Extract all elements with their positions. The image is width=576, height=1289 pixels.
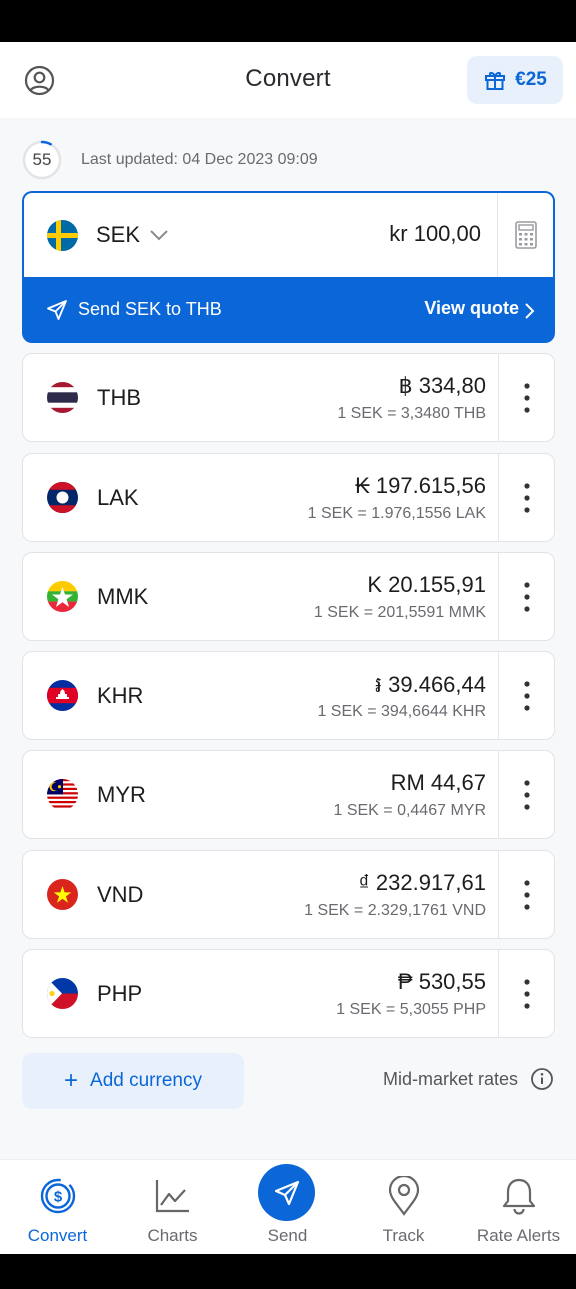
send-fab[interactable] xyxy=(258,1164,315,1221)
currency-rate: 1 SEK = 5,3055 PHP xyxy=(336,1001,486,1018)
more-vertical-icon xyxy=(523,978,530,1009)
currency-amount: ៛ 39.466,44 xyxy=(375,672,486,697)
more-vertical-icon xyxy=(523,779,530,810)
timer-seconds: 55 xyxy=(32,150,52,169)
malaysia-flag-icon xyxy=(47,779,78,810)
currency-code: KHR xyxy=(97,683,144,708)
gift-icon xyxy=(485,72,506,90)
last-updated-row: 55 Last updated: 04 Dec 2023 09:09 xyxy=(22,140,318,180)
base-currency-row: SEK kr 100,00 xyxy=(24,193,553,277)
currency-rate: 1 SEK = 0,4467 MYR xyxy=(333,802,486,819)
chevron-down-icon[interactable] xyxy=(149,228,169,242)
more-options-button[interactable] xyxy=(498,851,554,938)
paper-plane-icon xyxy=(47,300,67,320)
base-currency-selector[interactable]: SEK xyxy=(96,222,140,248)
currency-rate: 1 SEK = 2.329,1761 VND xyxy=(304,902,486,919)
dollar-circle-icon: $ xyxy=(40,1178,76,1214)
more-vertical-icon xyxy=(523,482,530,513)
send-quote-row[interactable]: Send SEK to THB View quote xyxy=(22,277,555,343)
more-options-button[interactable] xyxy=(498,354,554,441)
currency-amount: ₱ 530,55 xyxy=(397,969,486,994)
more-vertical-icon xyxy=(523,680,530,711)
info-icon xyxy=(531,1068,553,1090)
add-currency-button[interactable]: + Add currency xyxy=(22,1053,244,1109)
nav-label: Track xyxy=(382,1226,425,1245)
currency-amount: ₫ 232.917,61 xyxy=(358,870,486,895)
mid-market-rates-info[interactable]: Mid-market rates xyxy=(383,1067,554,1091)
refresh-timer: 55 xyxy=(22,140,62,180)
currency-card-myr[interactable]: MYR RM 44,67 1 SEK = 0,4467 MYR xyxy=(22,750,555,839)
currency-code: MYR xyxy=(97,782,146,807)
calculator-icon xyxy=(514,221,537,249)
nav-convert[interactable]: $ Convert xyxy=(0,1160,115,1254)
philippines-flag-icon xyxy=(47,978,78,1009)
add-currency-label: Add currency xyxy=(90,1070,202,1091)
currency-rate: 1 SEK = 394,6644 KHR xyxy=(317,703,486,720)
currency-amount: ฿ 334,80 xyxy=(398,373,486,398)
currency-amount: K 20.155,91 xyxy=(367,572,486,597)
nav-label: Rate Alerts xyxy=(476,1226,561,1245)
currency-card-php[interactable]: PHP ₱ 530,55 1 SEK = 5,3055 PHP xyxy=(22,949,555,1038)
more-options-button[interactable] xyxy=(498,652,554,739)
laos-flag-icon xyxy=(47,482,78,513)
currency-card-lak[interactable]: LAK ₭ 197.615,56 1 SEK = 1.976,1556 LAK xyxy=(22,453,555,542)
cambodia-flag-icon xyxy=(47,680,78,711)
bell-icon xyxy=(502,1178,536,1215)
currency-card-vnd[interactable]: VND ₫ 232.917,61 1 SEK = 2.329,1761 VND xyxy=(22,850,555,939)
more-options-button[interactable] xyxy=(498,950,554,1037)
svg-text:$: $ xyxy=(54,1189,63,1206)
currency-code: VND xyxy=(97,882,144,907)
nav-charts[interactable]: Charts xyxy=(115,1160,230,1254)
nav-send[interactable]: Send xyxy=(230,1160,345,1254)
currency-code: MMK xyxy=(97,584,149,609)
vietnam-flag-icon xyxy=(47,879,78,910)
currency-rate: 1 SEK = 1.976,1556 LAK xyxy=(307,505,486,522)
more-vertical-icon xyxy=(523,581,530,612)
currency-amount: ₭ 197.615,56 xyxy=(355,473,486,498)
mid-market-label: Mid-market rates xyxy=(382,1068,518,1089)
bottom-navigation: $ Convert Charts Send Track Rate Alerts xyxy=(0,1159,576,1254)
sweden-flag-icon xyxy=(47,220,78,251)
nav-rate-alerts[interactable]: Rate Alerts xyxy=(461,1160,576,1254)
chevron-right-icon xyxy=(525,303,535,319)
thailand-flag-icon xyxy=(47,382,78,413)
top-bar: Convert €25 xyxy=(0,42,576,118)
myanmar-flag-icon xyxy=(47,581,78,612)
location-pin-icon xyxy=(388,1176,420,1216)
currency-card-thb[interactable]: THB ฿ 334,80 1 SEK = 3,3480 THB xyxy=(22,353,555,442)
app-screen: Convert €25 55 Last updated: 04 Dec 2023… xyxy=(0,42,576,1254)
currency-rate: 1 SEK = 201,5591 MMK xyxy=(313,604,486,621)
currency-amount: RM 44,67 xyxy=(390,770,486,795)
base-currency-card: SEK kr 100,00 Send SEK to THB View quote xyxy=(22,191,555,343)
chart-icon xyxy=(155,1180,189,1213)
currency-card-khr[interactable]: KHR ៛ 39.466,44 1 SEK = 394,6644 KHR xyxy=(22,651,555,740)
more-vertical-icon xyxy=(523,879,530,910)
more-options-button[interactable] xyxy=(498,751,554,838)
currency-code: PHP xyxy=(97,981,143,1006)
nav-track[interactable]: Track xyxy=(346,1160,461,1254)
plus-icon: + xyxy=(64,1067,79,1094)
nav-label: Send xyxy=(267,1226,308,1245)
currency-rate: 1 SEK = 3,3480 THB xyxy=(337,405,486,422)
more-options-button[interactable] xyxy=(498,553,554,640)
last-updated-text: Last updated: 04 Dec 2023 09:09 xyxy=(81,151,318,168)
send-label: Send SEK to THB xyxy=(78,299,222,319)
currency-card-mmk[interactable]: MMK K 20.155,91 1 SEK = 201,5591 MMK xyxy=(22,552,555,641)
nav-label: Charts xyxy=(147,1226,198,1245)
paper-plane-icon xyxy=(274,1180,299,1205)
currency-code: THB xyxy=(97,385,141,410)
currency-code: LAK xyxy=(97,485,139,510)
base-amount-input[interactable]: kr 100,00 xyxy=(389,221,481,247)
view-quote-link[interactable]: View quote xyxy=(424,298,519,319)
nav-label: Convert xyxy=(27,1226,88,1245)
gift-reward-button[interactable]: €25 xyxy=(467,56,563,104)
gift-value: €25 xyxy=(515,69,547,90)
more-options-button[interactable] xyxy=(498,454,554,541)
calculator-button[interactable] xyxy=(497,193,553,277)
more-vertical-icon xyxy=(523,382,530,413)
